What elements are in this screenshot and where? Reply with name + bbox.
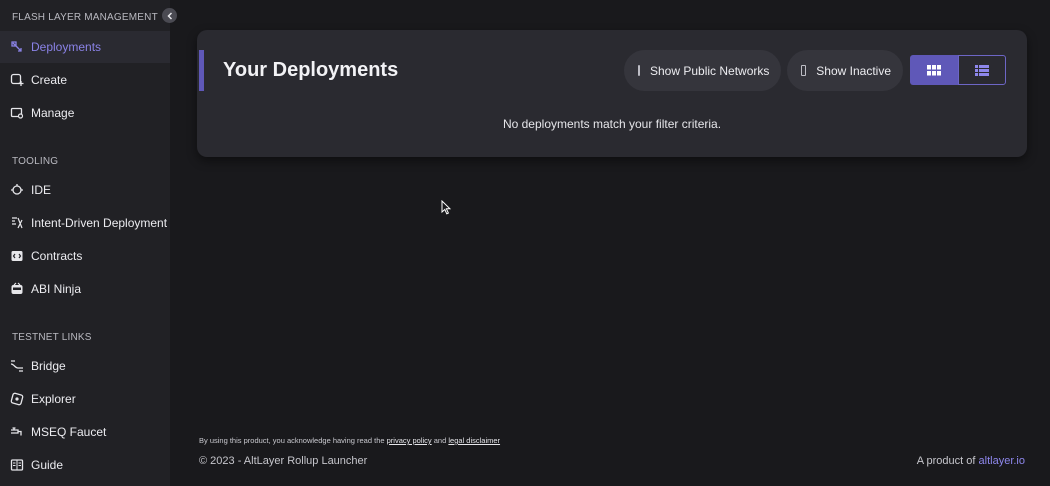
sidebar-item-label: Guide xyxy=(31,458,64,472)
manage-icon xyxy=(10,106,24,120)
intent-icon xyxy=(10,216,24,230)
bridge-icon xyxy=(10,359,24,373)
deployments-icon xyxy=(10,40,24,54)
page-title: Your Deployments xyxy=(223,59,399,81)
sidebar-item-contracts[interactable]: Contracts xyxy=(0,240,170,272)
sidebar-item-explorer[interactable]: Explorer xyxy=(0,383,170,415)
sidebar-item-label: Deployments xyxy=(31,40,102,54)
sidebar-item-label: Bridge xyxy=(31,359,66,373)
legal-disclaimer-link[interactable]: legal disclaimer xyxy=(448,436,500,445)
sidebar-item-label: ABI Ninja xyxy=(31,282,82,296)
sidebar-item-deployments[interactable]: Deployments xyxy=(0,31,170,63)
checkbox[interactable] xyxy=(801,65,807,76)
card-accent-bar xyxy=(199,50,204,91)
sidebar-item-intent-driven-deployment[interactable]: Intent-Driven Deployment xyxy=(0,207,170,239)
sidebar-item-label: Create xyxy=(31,73,68,87)
deployments-card: Your Deployments Show Public Networks Sh… xyxy=(197,30,1027,157)
chevron-left-icon xyxy=(166,11,172,20)
privacy-policy-link[interactable]: privacy policy xyxy=(387,436,432,445)
view-mode-toggle xyxy=(910,55,1006,85)
sidebar-item-manage[interactable]: Manage xyxy=(0,97,170,129)
grid-view-button[interactable] xyxy=(910,55,958,85)
sidebar-item-abi-ninja[interactable]: ABI Ninja xyxy=(0,273,170,305)
show-inactive-toggle[interactable]: Show Inactive xyxy=(787,50,903,91)
sidebar-item-guide[interactable]: Guide xyxy=(0,449,170,481)
section-title-tooling: TOOLING xyxy=(12,156,59,167)
sidebar-item-bridge[interactable]: Bridge xyxy=(0,350,170,382)
grid-icon xyxy=(927,64,941,75)
product-prefix: A product of xyxy=(916,455,976,467)
disclaimer-text: By using this product, you acknowledge h… xyxy=(199,436,385,445)
ide-icon xyxy=(10,183,24,197)
empty-state-message: No deployments match your filter criteri… xyxy=(502,117,722,131)
sidebar-item-label: MSEQ Faucet xyxy=(31,425,107,439)
sidebar-item-label: Explorer xyxy=(31,392,76,406)
altlayer-link[interactable]: altlayer.io xyxy=(979,455,1025,467)
footer-copyright: © 2023 - AltLayer Rollup Launcher xyxy=(199,455,368,467)
checkbox[interactable] xyxy=(638,65,640,76)
section-title-testnet-links: TESTNET LINKS xyxy=(12,332,92,343)
sidebar: FLASH LAYER MANAGEMENT Deployments Creat… xyxy=(0,0,177,486)
sidebar-item-create[interactable]: Create xyxy=(0,64,170,96)
sidebar-item-label: IDE xyxy=(31,183,52,197)
disclaimer-and: and xyxy=(433,436,447,445)
list-icon xyxy=(975,64,989,76)
sidebar-item-mseq-faucet[interactable]: MSEQ Faucet xyxy=(0,416,170,448)
ninja-icon xyxy=(10,282,24,296)
explorer-icon xyxy=(10,392,24,406)
sidebar-item-label: Manage xyxy=(31,106,75,120)
mouse-cursor-icon xyxy=(441,200,451,215)
footer-disclaimer: By using this product, you acknowledge h… xyxy=(199,436,500,445)
footer-product: A product of altlayer.io xyxy=(917,455,1025,467)
list-view-button[interactable] xyxy=(958,55,1006,85)
contracts-icon xyxy=(10,249,24,263)
guide-icon xyxy=(10,458,24,472)
faucet-icon xyxy=(10,425,24,439)
filter-label: Show Inactive xyxy=(816,63,891,78)
filter-label: Show Public Networks xyxy=(650,63,770,78)
collapse-sidebar-button[interactable] xyxy=(162,8,177,23)
sidebar-item-label: Intent-Driven Deployment xyxy=(31,216,168,230)
create-icon xyxy=(10,73,24,87)
sidebar-item-label: Contracts xyxy=(31,249,83,263)
sidebar-item-ide[interactable]: IDE xyxy=(0,174,170,206)
section-title-flash-layer: FLASH LAYER MANAGEMENT xyxy=(12,12,158,23)
app-root: FLASH LAYER MANAGEMENT Deployments Creat… xyxy=(0,0,1050,486)
show-public-networks-toggle[interactable]: Show Public Networks xyxy=(624,50,781,91)
